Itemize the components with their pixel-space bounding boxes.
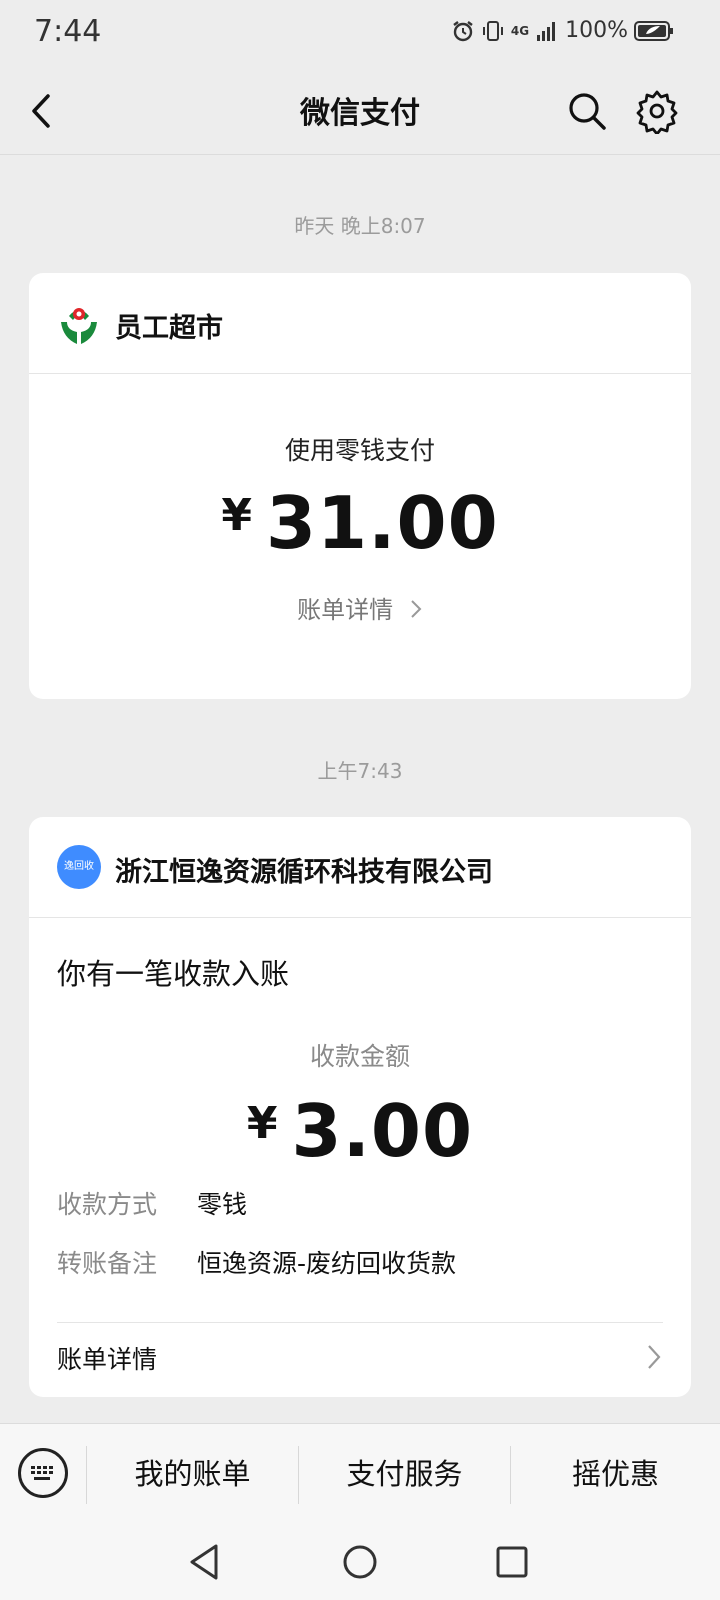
battery-icon (634, 20, 673, 41)
bill-detail-link[interactable]: 账单详情 (57, 1340, 663, 1376)
nav-recents-icon[interactable] (492, 1542, 532, 1582)
field-row: 转账备注 恒逸资源-废纺回收货款 (57, 1244, 663, 1280)
payment-card[interactable]: 逸回收 浙江恒逸资源循环科技有限公司 你有一笔收款入账 收款金额 ¥3.00 收… (29, 817, 691, 1397)
merchant-logo (61, 308, 97, 344)
message-timestamp: 上午7:43 (317, 759, 403, 783)
incoming-title: 你有一笔收款入账 (57, 957, 290, 991)
amount-value: 3.00 (291, 1089, 474, 1173)
vibrate-icon (482, 20, 503, 41)
chevron-right-icon (648, 1345, 661, 1369)
nav-back-icon[interactable] (186, 1542, 226, 1582)
merchant-logo: 逸回收 (57, 845, 101, 889)
keyboard-icon[interactable] (18, 1448, 68, 1498)
bill-detail-link[interactable]: 账单详情 (29, 590, 691, 625)
status-bar: 7:44 4G 100% (0, 0, 720, 70)
search-icon[interactable] (564, 88, 610, 134)
divider (57, 1322, 663, 1323)
status-time: 7:44 (34, 14, 102, 49)
bill-detail-label: 账单详情 (57, 1345, 158, 1374)
payment-amount: ¥3.00 (29, 1089, 691, 1173)
system-nav-bar (0, 1524, 720, 1600)
page-title: 微信支付 (300, 96, 420, 131)
merchant-name: 员工超市 (115, 313, 223, 344)
field-value: 恒逸资源-废纺回收货款 (197, 1249, 457, 1278)
payment-card[interactable]: 员工超市 使用零钱支付 ¥31.00 账单详情 (29, 273, 691, 699)
field-key: 收款方式 (57, 1190, 158, 1219)
bottom-menu: 我的账单 支付服务 摇优惠 (0, 1423, 720, 1524)
payment-amount: ¥31.00 (29, 481, 691, 565)
message-timestamp: 昨天 晚上8:07 (294, 214, 426, 238)
currency-symbol: ¥ (246, 1098, 278, 1149)
field-key: 转账备注 (57, 1249, 158, 1278)
my-bills-tab[interactable]: 我的账单 (87, 1444, 298, 1504)
card-header: 员工超市 (29, 273, 691, 374)
status-icons: 4G 100% (451, 18, 674, 43)
amount-label: 收款金额 (309, 1042, 410, 1071)
shake-offers-tab[interactable]: 摇优惠 (511, 1444, 720, 1504)
nav-bar: 微信支付 (0, 70, 720, 155)
card-header: 逸回收 浙江恒逸资源循环科技有限公司 (29, 817, 691, 918)
bill-detail-label: 账单详情 (297, 596, 394, 624)
pay-method: 使用零钱支付 (284, 436, 435, 465)
amount-value: 31.00 (265, 481, 499, 565)
field-value: 零钱 (197, 1190, 248, 1219)
merchant-name: 浙江恒逸资源循环科技有限公司 (115, 857, 493, 888)
signal-icon (537, 21, 556, 41)
payment-services-tab[interactable]: 支付服务 (299, 1444, 510, 1504)
network-label: 4G (510, 23, 530, 38)
currency-symbol: ¥ (221, 490, 252, 541)
battery-percent: 100% (565, 18, 628, 43)
gear-icon[interactable] (634, 88, 680, 134)
alarm-icon (453, 20, 473, 41)
nav-home-icon[interactable] (340, 1542, 380, 1582)
chevron-right-icon (411, 600, 422, 618)
field-row: 收款方式 零钱 (57, 1185, 663, 1221)
